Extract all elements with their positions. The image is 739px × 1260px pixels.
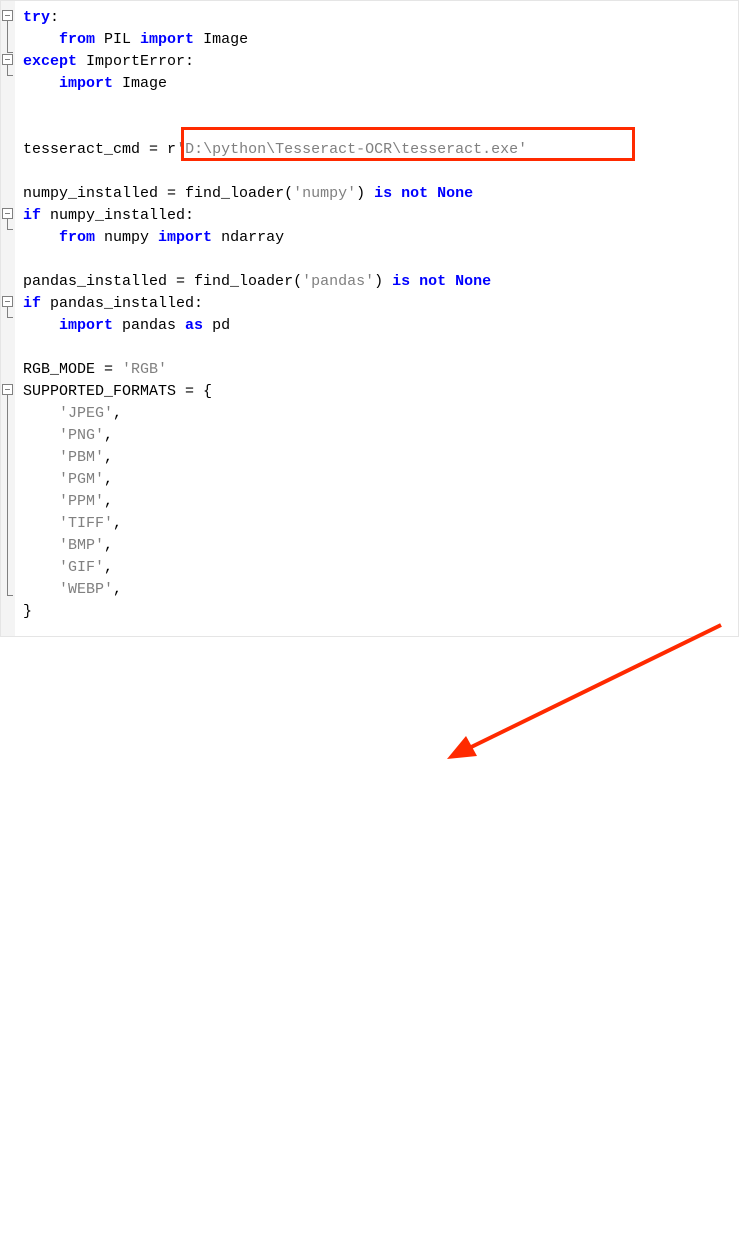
fmt-webp: 'WEBP' (59, 581, 113, 598)
fmt-ppm: 'PPM' (59, 493, 104, 510)
fmt-pgm: 'PGM' (59, 471, 104, 488)
fold-cap (7, 595, 13, 596)
close-brace: } (23, 603, 32, 620)
var-rgb-mode: RGB_MODE (23, 361, 104, 378)
kw-import: import (59, 75, 113, 92)
fold-line (7, 307, 8, 317)
fmt-tiff: 'TIFF' (59, 515, 113, 532)
var-tesseract-cmd: tesseract_cmd (23, 141, 149, 158)
fmt-gif: 'GIF' (59, 559, 104, 576)
var-supported-formats: SUPPORTED_FORMATS (23, 383, 185, 400)
kw-from: from (59, 229, 95, 246)
kw-if: if (23, 295, 41, 312)
fmt-bmp: 'BMP' (59, 537, 104, 554)
fmt-png: 'PNG' (59, 427, 104, 444)
kw-as: as (185, 317, 203, 334)
fold-cap (7, 52, 13, 53)
fold-toggle[interactable] (2, 384, 13, 395)
fold-toggle[interactable] (2, 54, 13, 65)
highlight-box (181, 127, 635, 161)
fold-gutter (1, 1, 15, 636)
kw-if: if (23, 207, 41, 224)
fold-line (7, 395, 8, 595)
code-block: try: from PIL import Image except Import… (1, 1, 738, 623)
kw-try: try (23, 9, 50, 26)
kw-is-not-none: is not None (374, 185, 473, 202)
kw-import: import (158, 229, 212, 246)
fmt-pbm: 'PBM' (59, 449, 104, 466)
fold-cap (7, 229, 13, 230)
fmt-jpeg: 'JPEG' (59, 405, 113, 422)
fold-line (7, 219, 8, 229)
fold-line (7, 65, 8, 75)
fold-line (7, 21, 8, 53)
callout-arrow-icon (1, 623, 739, 1260)
fold-cap (7, 75, 13, 76)
kw-is-not-none: is not None (392, 273, 491, 290)
fold-toggle[interactable] (2, 296, 13, 307)
fold-toggle[interactable] (2, 10, 13, 21)
kw-import: import (59, 317, 113, 334)
kw-except: except (23, 53, 77, 70)
fold-toggle[interactable] (2, 208, 13, 219)
var-numpy-installed: numpy_installed (23, 185, 167, 202)
code-editor-view: try: from PIL import Image except Import… (0, 0, 739, 637)
kw-import: import (140, 31, 194, 48)
fold-cap (7, 317, 13, 318)
var-pandas-installed: pandas_installed (23, 273, 176, 290)
kw-from: from (59, 31, 95, 48)
